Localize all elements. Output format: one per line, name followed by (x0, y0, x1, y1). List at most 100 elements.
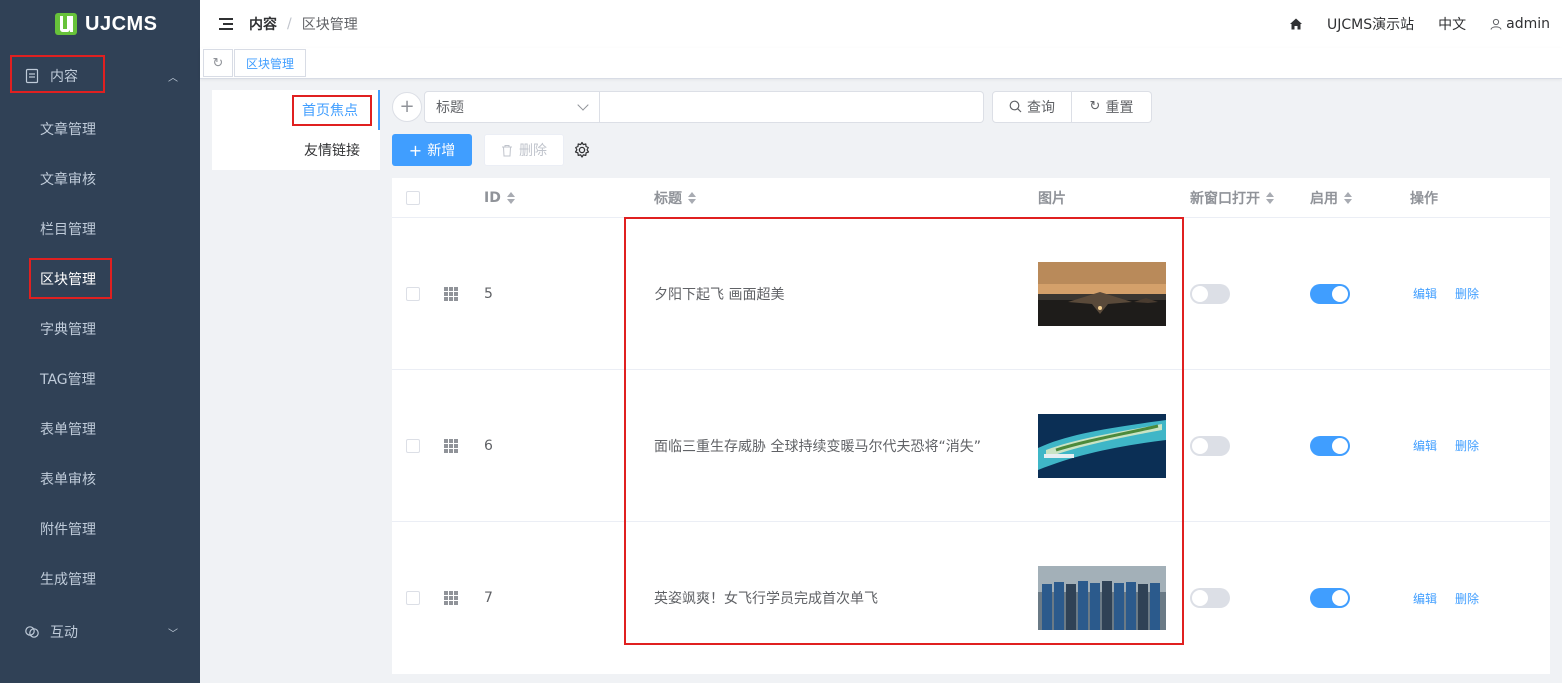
highlight-box (10, 55, 105, 93)
sidebar-item-channels[interactable]: 栏目管理 (0, 204, 200, 254)
column-image: 图片 (1038, 178, 1066, 218)
delete-link[interactable]: 删除 (1455, 285, 1479, 302)
sidebar-item-attachments[interactable]: 附件管理 (0, 504, 200, 554)
row-title: 面临三重生存威胁 全球持续变暖马尔代夫恐将“消失” (654, 438, 981, 455)
row-checkbox[interactable] (406, 286, 420, 301)
new-window-switch[interactable] (1190, 435, 1230, 456)
column-label: 启用 (1310, 191, 1338, 207)
tab-block-management[interactable]: 区块管理 (234, 49, 307, 77)
search-input[interactable] (600, 90, 984, 123)
sidebar-item-label: 生成管理 (40, 572, 96, 588)
button-label: 新增 (427, 143, 456, 159)
sidebar-item-generate[interactable]: 生成管理 (0, 554, 200, 604)
table-row: 6 面临三重生存威胁 全球持续变暖马尔代夫恐将“消失” 编辑 删除 (392, 370, 1550, 522)
sort-icon (688, 192, 696, 204)
new-window-switch[interactable] (1190, 588, 1230, 608)
enabled-switch[interactable] (1310, 588, 1350, 608)
block-list-panel: 首页焦点 友情链接 (212, 90, 380, 170)
sort-icon (1344, 192, 1352, 204)
logo-icon (55, 13, 77, 35)
thumbnail-image (1038, 261, 1166, 326)
thumbnail-image (1038, 566, 1166, 630)
chevron-up-icon: ︿ (168, 72, 178, 84)
add-condition-button[interactable]: + (392, 91, 422, 122)
column-new-window[interactable]: 新窗口打开 (1190, 178, 1274, 218)
sidebar-item-tags[interactable]: TAG管理 (0, 354, 200, 404)
row-checkbox[interactable] (406, 438, 420, 453)
column-title[interactable]: 标题 (654, 178, 696, 218)
sidebar-item-forms[interactable]: 表单管理 (0, 404, 200, 454)
sidebar-item-article-review[interactable]: 文章审核 (0, 154, 200, 204)
menu-group-interact[interactable]: 互动 ﹀ (0, 607, 200, 657)
tags-bar: ↻ 区块管理 (200, 48, 1562, 79)
block-items-table: ID 标题 图片 新窗口打开 启用 操作 5 夕阳下起飞 画面超美 编辑 删除 6… (392, 178, 1550, 674)
drag-handle-icon[interactable] (444, 286, 458, 301)
trash-icon (502, 144, 512, 156)
delete-link[interactable]: 删除 (1455, 437, 1479, 454)
sidebar: UJCMS 内容 ︿ 文章管理 文章审核 栏目管理 区块管理 字典管理 TAG管… (0, 0, 200, 683)
column-label: 操作 (1410, 191, 1438, 207)
column-label: 新窗口打开 (1190, 191, 1260, 207)
drag-handle-icon[interactable] (444, 591, 458, 605)
edit-link[interactable]: 编辑 (1413, 590, 1437, 607)
edit-link[interactable]: 编辑 (1413, 437, 1437, 454)
column-label: 标题 (654, 191, 682, 207)
chevron-down-icon (577, 98, 589, 111)
row-id: 6 (484, 437, 493, 454)
row-checkbox[interactable] (406, 591, 420, 605)
row-title: 夕阳下起飞 画面超美 (654, 286, 785, 303)
button-label: 重置 (1105, 99, 1134, 116)
new-window-switch[interactable] (1190, 283, 1230, 304)
refresh-icon[interactable]: ↻ (203, 49, 233, 77)
search-field-select[interactable]: 标题 (424, 90, 600, 123)
drag-handle-icon[interactable] (444, 438, 458, 453)
button-label: 查询 (1027, 99, 1055, 116)
reset-button[interactable]: ↻ 重置 (1072, 90, 1152, 123)
column-label: ID (484, 190, 501, 206)
column-enabled[interactable]: 启用 (1310, 178, 1352, 218)
interact-icon (25, 626, 39, 638)
block-item-friend-links[interactable]: 友情链接 (212, 130, 380, 170)
enabled-switch[interactable] (1310, 283, 1350, 304)
delete-link[interactable]: 删除 (1455, 590, 1479, 607)
breadcrumb-item[interactable]: 内容 (249, 14, 277, 34)
select-value: 标题 (436, 99, 464, 116)
edit-link[interactable]: 编辑 (1413, 285, 1437, 302)
column-id[interactable]: ID (484, 178, 515, 218)
sidebar-item-dicts[interactable]: 字典管理 (0, 304, 200, 354)
menu-toggle-icon[interactable] (219, 18, 233, 30)
logo[interactable]: UJCMS (0, 0, 200, 48)
column-actions: 操作 (1410, 178, 1438, 218)
select-all-checkbox[interactable] (406, 191, 420, 205)
gear-icon[interactable] (573, 141, 591, 159)
sidebar-item-label: TAG管理 (40, 372, 96, 388)
query-button[interactable]: 查询 (992, 90, 1072, 123)
sidebar-item-label: 文章审核 (40, 172, 96, 188)
menu-group-label: 互动 (50, 625, 78, 641)
chevron-down-icon: ﹀ (168, 628, 178, 640)
search-icon (1009, 100, 1022, 113)
sidebar-item-articles[interactable]: 文章管理 (0, 104, 200, 154)
sort-icon (506, 192, 515, 204)
breadcrumb-separator: / (287, 16, 292, 32)
block-item-label: 友情链接 (304, 143, 360, 159)
row-title: 英姿飒爽！女飞行学员完成首次单飞 (654, 591, 878, 607)
add-button[interactable]: + 新增 (392, 134, 472, 166)
plus-icon: + (408, 140, 423, 160)
header-right: UJCMS演示站 中文 admin (1265, 0, 1550, 48)
site-name[interactable]: UJCMS演示站 (1327, 14, 1414, 34)
sidebar-item-label: 文章管理 (40, 122, 96, 138)
thumbnail-image (1038, 413, 1166, 478)
language-switch[interactable]: 中文 (1438, 14, 1466, 34)
user-menu[interactable]: admin (1490, 16, 1550, 32)
column-label: 图片 (1038, 191, 1066, 207)
sidebar-item-form-review[interactable]: 表单审核 (0, 454, 200, 504)
sidebar-item-label: 表单审核 (40, 472, 96, 488)
sidebar-item-label: 栏目管理 (40, 222, 96, 238)
row-id: 7 (484, 590, 493, 606)
delete-button[interactable]: 删除 (484, 134, 564, 166)
enabled-switch[interactable] (1310, 435, 1350, 456)
sidebar-item-label: 字典管理 (40, 322, 96, 338)
sort-icon (1266, 192, 1274, 204)
home-icon[interactable] (1289, 17, 1303, 31)
